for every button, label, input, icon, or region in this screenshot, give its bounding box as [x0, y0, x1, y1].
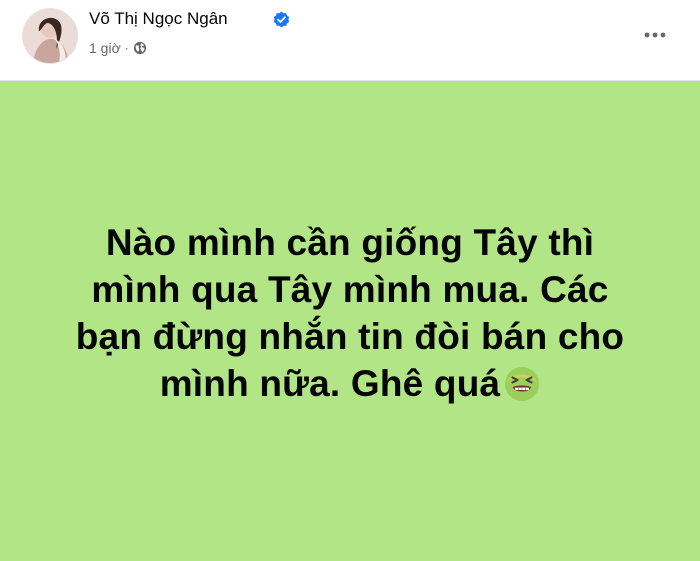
status-line: bạn đừng nhắn tin đòi bán cho: [75, 316, 625, 357]
status-text: Nào mình cần giống Tây thì mình qua Tây …: [40, 219, 660, 407]
status-line: Nào mình cần giống Tây thì: [105, 222, 595, 263]
avatar-photo: [23, 9, 77, 63]
facebook-post: Võ Thị Ngọc Ngân 1 giờ · Nào mình cần gi: [0, 0, 700, 561]
meta-separator: ·: [124, 41, 129, 55]
post-header: Võ Thị Ngọc Ngân 1 giờ ·: [0, 0, 700, 81]
globe-icon[interactable]: [133, 41, 147, 55]
status-line-text: mình nữa. Ghê quá: [159, 363, 501, 404]
nauseated-face-emoji: [505, 367, 540, 401]
author-avatar[interactable]: [22, 8, 78, 64]
author-name[interactable]: Võ Thị Ngọc Ngân: [89, 9, 228, 29]
status-line-last: mình nữa. Ghê quá: [40, 360, 660, 407]
post-background: Nào mình cần giống Tây thì mình qua Tây …: [0, 81, 700, 561]
post-timestamp[interactable]: 1 giờ: [89, 40, 121, 56]
verified-badge-icon: [273, 11, 290, 28]
status-line: mình qua Tây mình mua. Các: [91, 269, 609, 310]
more-options-icon: [644, 32, 666, 38]
more-options-button[interactable]: [636, 18, 674, 52]
post-meta: 1 giờ ·: [89, 40, 147, 56]
